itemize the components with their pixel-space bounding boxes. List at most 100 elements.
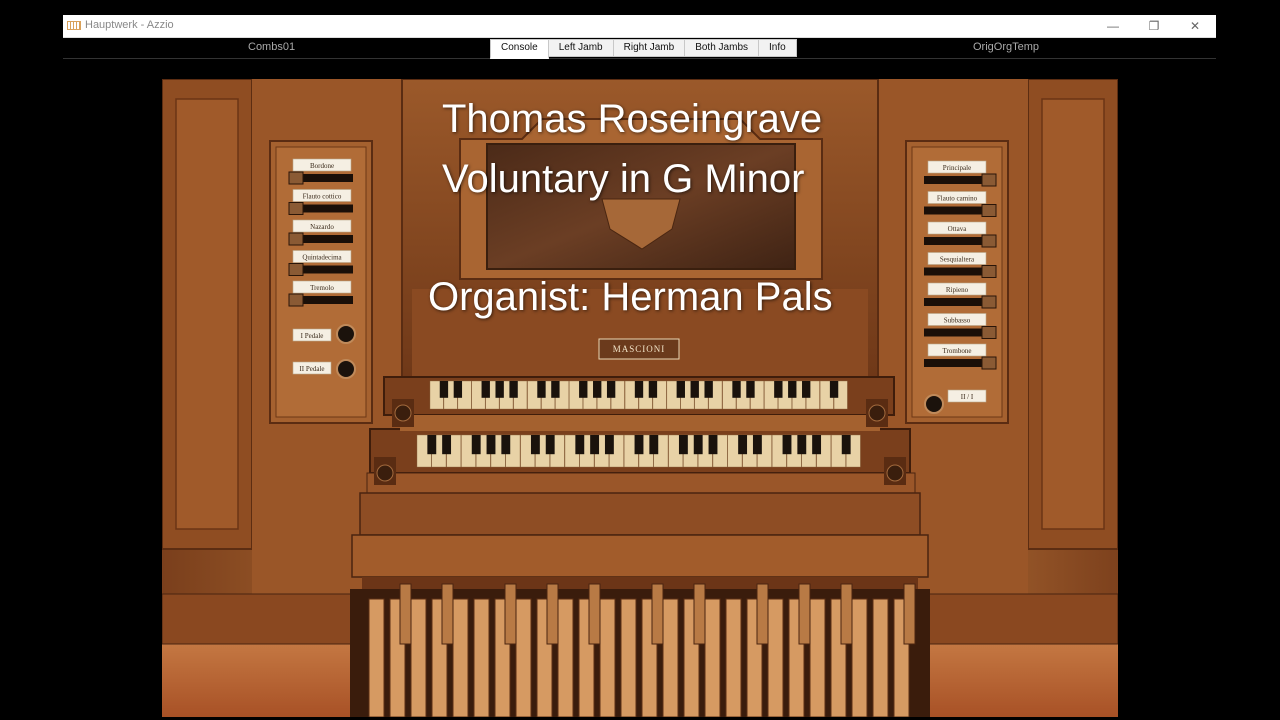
stop-label: Trombone bbox=[943, 347, 972, 355]
stop-label: Bordone bbox=[310, 162, 334, 170]
sharp-key[interactable] bbox=[774, 381, 783, 398]
sharp-key[interactable] bbox=[442, 435, 452, 455]
stop-label: Principale bbox=[943, 164, 971, 172]
stop-drawknob[interactable] bbox=[981, 326, 997, 339]
sharp-key[interactable] bbox=[545, 435, 555, 455]
sharp-key[interactable] bbox=[495, 381, 504, 398]
pedal-key[interactable] bbox=[368, 598, 385, 717]
sharp-key[interactable] bbox=[802, 381, 811, 398]
stop-drawknob[interactable] bbox=[981, 265, 997, 278]
sharp-key[interactable] bbox=[551, 381, 560, 398]
stop-drawknob[interactable] bbox=[288, 202, 304, 215]
coupler-label: I Pedale bbox=[301, 332, 324, 340]
pedal-sharp[interactable] bbox=[399, 583, 412, 645]
pedal-key[interactable] bbox=[704, 598, 721, 717]
pedal-key[interactable] bbox=[872, 598, 889, 717]
hauptwerk-app-icon bbox=[67, 21, 81, 30]
sharp-key[interactable] bbox=[752, 435, 762, 455]
sharp-key[interactable] bbox=[708, 435, 718, 455]
sharp-key[interactable] bbox=[509, 381, 518, 398]
sharp-key[interactable] bbox=[649, 435, 659, 455]
pedal-sharp[interactable] bbox=[441, 583, 454, 645]
sharp-key[interactable] bbox=[439, 381, 449, 398]
pedal-sharp[interactable] bbox=[756, 583, 769, 645]
sharp-key[interactable] bbox=[634, 381, 644, 398]
sharp-key[interactable] bbox=[579, 381, 588, 398]
sharp-key[interactable] bbox=[427, 435, 437, 455]
pedal-key[interactable] bbox=[473, 598, 490, 717]
pedal-sharp[interactable] bbox=[546, 583, 559, 645]
stop-label: Flauto cottico bbox=[303, 193, 342, 201]
sharp-key[interactable] bbox=[732, 381, 741, 398]
pedal-key[interactable] bbox=[851, 598, 868, 717]
pedal-key[interactable] bbox=[809, 598, 826, 717]
tab-info[interactable]: Info bbox=[758, 39, 797, 57]
manual-keyboards bbox=[366, 376, 916, 494]
sharp-key[interactable] bbox=[812, 435, 822, 455]
pedal-key[interactable] bbox=[767, 598, 784, 717]
combination-set-label[interactable]: Combs01 bbox=[248, 41, 295, 53]
sharp-key[interactable] bbox=[593, 381, 602, 398]
sharp-key[interactable] bbox=[471, 435, 481, 455]
builder-plaque: MASCIONI bbox=[613, 344, 666, 354]
sharp-key[interactable] bbox=[704, 381, 713, 398]
sharp-key[interactable] bbox=[690, 381, 699, 398]
minimize-button[interactable]: — bbox=[1093, 15, 1133, 37]
pedal-key[interactable] bbox=[599, 598, 616, 717]
sharp-key[interactable] bbox=[788, 381, 797, 398]
sharp-key[interactable] bbox=[738, 435, 748, 455]
maximize-button[interactable]: ❐ bbox=[1134, 15, 1174, 37]
stop-drawknob[interactable] bbox=[981, 204, 997, 217]
stop-drawknob[interactable] bbox=[288, 171, 304, 185]
pedal-sharp[interactable] bbox=[651, 583, 664, 645]
tab-both-jambs[interactable]: Both Jambs bbox=[684, 39, 760, 57]
sharp-key[interactable] bbox=[678, 435, 688, 455]
pedal-sharp[interactable] bbox=[504, 583, 517, 645]
stop-drawknob[interactable] bbox=[288, 263, 304, 276]
overlay-composer: Thomas Roseingrave bbox=[442, 97, 823, 141]
sharp-key[interactable] bbox=[841, 435, 851, 455]
stop-drawknob[interactable] bbox=[981, 173, 997, 187]
tab-left-jamb[interactable]: Left Jamb bbox=[547, 39, 614, 57]
sharp-key[interactable] bbox=[486, 435, 496, 455]
sharp-key[interactable] bbox=[530, 435, 540, 455]
pedal-sharp[interactable] bbox=[798, 583, 811, 645]
sharp-key[interactable] bbox=[648, 381, 658, 398]
pedal-sharp[interactable] bbox=[693, 583, 706, 645]
sharp-key[interactable] bbox=[829, 381, 839, 398]
sharp-key[interactable] bbox=[590, 435, 600, 455]
pedal-sharp[interactable] bbox=[903, 583, 916, 645]
sharp-key[interactable] bbox=[782, 435, 792, 455]
sharp-key[interactable] bbox=[575, 435, 585, 455]
stop-drawknob[interactable] bbox=[288, 232, 304, 246]
sharp-key[interactable] bbox=[693, 435, 703, 455]
sharp-key[interactable] bbox=[606, 381, 616, 398]
stop-drawknob[interactable] bbox=[981, 295, 997, 309]
pedal-key[interactable] bbox=[452, 598, 469, 717]
temperament-label[interactable]: OrigOrgTemp bbox=[973, 41, 1039, 53]
stop-drawknob[interactable] bbox=[288, 293, 304, 307]
sharp-key[interactable] bbox=[453, 381, 463, 398]
sharp-key[interactable] bbox=[676, 381, 685, 398]
sharp-key[interactable] bbox=[746, 381, 755, 398]
pedal-key[interactable] bbox=[620, 598, 637, 717]
tab-console[interactable]: Console bbox=[490, 39, 549, 59]
pedal-key[interactable] bbox=[662, 598, 679, 717]
stop-drawknob-slot bbox=[924, 237, 988, 245]
sharp-key[interactable] bbox=[604, 435, 614, 455]
close-button[interactable]: ✕ bbox=[1175, 15, 1215, 37]
pedal-key[interactable] bbox=[557, 598, 574, 717]
sharp-key[interactable] bbox=[537, 381, 546, 398]
sharp-key[interactable] bbox=[501, 435, 511, 455]
tab-right-jamb[interactable]: Right Jamb bbox=[612, 39, 686, 57]
sharp-key[interactable] bbox=[634, 435, 644, 455]
stop-drawknob[interactable] bbox=[981, 356, 997, 370]
stop-drawknob[interactable] bbox=[981, 234, 997, 248]
pedal-sharp[interactable] bbox=[588, 583, 601, 645]
pedal-sharp[interactable] bbox=[840, 583, 853, 645]
pedal-key[interactable] bbox=[725, 598, 742, 717]
pedal-key[interactable] bbox=[410, 598, 427, 717]
pedal-key[interactable] bbox=[515, 598, 532, 717]
sharp-key[interactable] bbox=[797, 435, 807, 455]
sharp-key[interactable] bbox=[481, 381, 490, 398]
